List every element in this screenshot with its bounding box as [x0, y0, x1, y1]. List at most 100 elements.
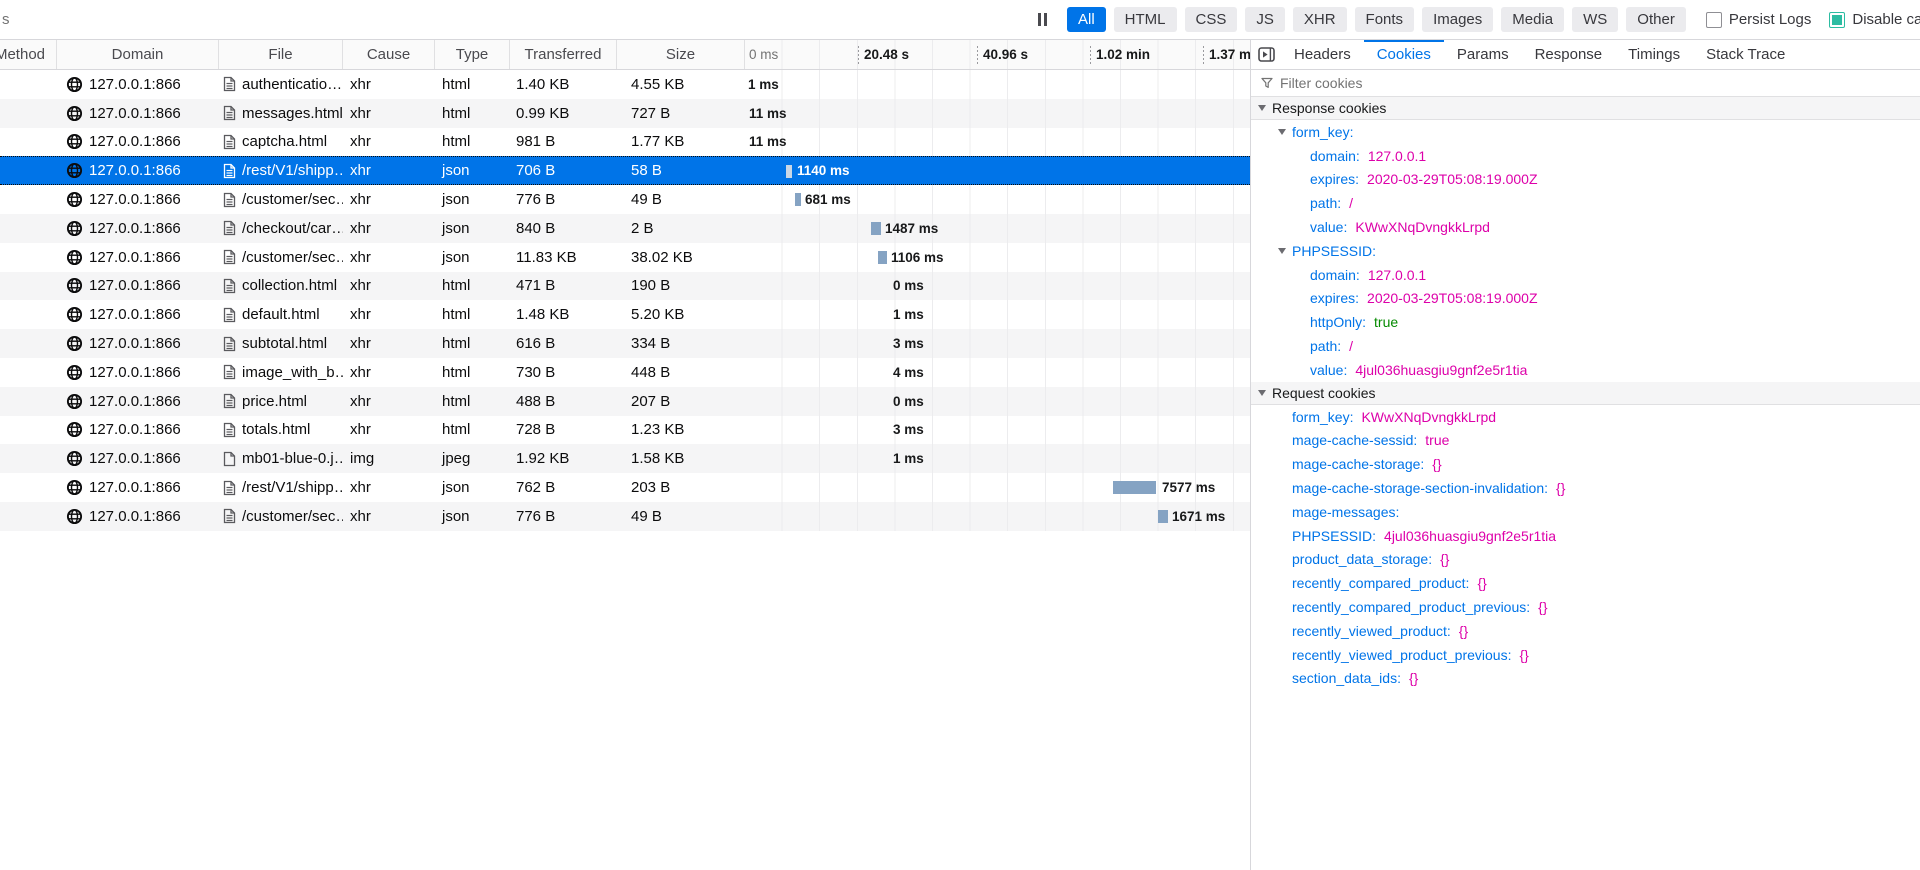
pause-button[interactable]: [1038, 8, 1047, 32]
cell-domain: 127.0.0.1:866: [57, 128, 219, 157]
cookie-value: 4jul036huasgiu9gnf2e5r1tia: [1355, 361, 1528, 378]
cell-transferred: 471 B: [516, 277, 556, 295]
cell-transferred: 840 B: [516, 219, 556, 237]
request-cookie[interactable]: recently_viewed_product_previous: {}: [1251, 643, 1920, 667]
request-cookie[interactable]: mage-messages:: [1251, 500, 1920, 524]
request-cookie[interactable]: form_key: KWwXNqDvngkkLrpd: [1251, 405, 1920, 429]
tab-headers[interactable]: Headers: [1281, 40, 1364, 69]
tab-cookies[interactable]: Cookies: [1363, 40, 1445, 69]
cell-waterfall: 1 ms: [745, 300, 1250, 330]
document-icon: [223, 76, 236, 92]
column-header-file[interactable]: File: [219, 40, 343, 69]
cell-type: html: [442, 133, 471, 151]
table-row[interactable]: 127.0.0.1:866 default.html xhr html 1.48…: [0, 300, 1250, 330]
table-row[interactable]: 127.0.0.1:866 collection.html xhr html 4…: [0, 271, 1250, 301]
cookie-property[interactable]: value: KWwXNqDvngkkLrpd: [1251, 215, 1920, 239]
tab-stack-trace[interactable]: Stack Trace: [1693, 40, 1798, 69]
cookie-key: section_data_ids:: [1292, 670, 1401, 687]
cell-size: 1.58 KB: [631, 450, 685, 468]
tab-timings[interactable]: Timings: [1615, 40, 1693, 69]
table-row[interactable]: 127.0.0.1:866 mb01-blue-0.j… img jpeg 1.…: [0, 444, 1250, 474]
filter-pill-images[interactable]: Images: [1422, 7, 1494, 32]
request-cookie[interactable]: recently_viewed_product: {}: [1251, 619, 1920, 643]
filter-pill-all[interactable]: All: [1067, 7, 1106, 32]
table-row-selected[interactable]: 127.0.0.1:866 /rest/V1/shipp… xhr json 7…: [0, 156, 1250, 186]
request-cookie[interactable]: mage-cache-storage: {}: [1251, 452, 1920, 476]
waterfall-time-label: 1487 ms: [885, 220, 939, 236]
table-row[interactable]: 127.0.0.1:866 /checkout/car… xhr json 84…: [0, 213, 1250, 243]
collapse-arrow-icon[interactable]: [1258, 105, 1266, 111]
table-row[interactable]: 127.0.0.1:866 authenticatio… xhr html 1.…: [0, 70, 1250, 99]
table-row[interactable]: 127.0.0.1:866 /customer/sec… xhr json 77…: [0, 501, 1250, 531]
cookie-property[interactable]: value: 4jul036huasgiu9gnf2e5r1tia: [1251, 358, 1920, 382]
table-row[interactable]: 127.0.0.1:866 /customer/sec… xhr json 77…: [0, 185, 1250, 214]
cookie-filter-input[interactable]: [1280, 75, 1920, 91]
column-header-method[interactable]: Method: [0, 40, 57, 69]
disable-cache-toggle[interactable]: Disable cache: [1829, 11, 1920, 28]
request-cookie[interactable]: mage-cache-storage-section-invalidation:…: [1251, 476, 1920, 500]
table-row[interactable]: 127.0.0.1:866 image_with_b… xhr html 730…: [0, 357, 1250, 387]
filter-pill-html[interactable]: HTML: [1113, 7, 1177, 32]
globe-icon: [66, 508, 83, 524]
request-cookie[interactable]: product_data_storage: {}: [1251, 548, 1920, 572]
column-header-domain[interactable]: Domain: [57, 40, 219, 69]
response-cookie-name[interactable]: PHPSESSID:: [1251, 239, 1920, 263]
response-cookie-name[interactable]: form_key:: [1251, 120, 1920, 144]
document-icon: [223, 220, 236, 236]
request-cookie[interactable]: PHPSESSID: 4jul036huasgiu9gnf2e5r1tia: [1251, 524, 1920, 548]
cell-type: json: [442, 248, 470, 266]
document-icon: [223, 422, 236, 438]
filter-pill-xhr[interactable]: XHR: [1292, 7, 1347, 32]
filter-pill-ws[interactable]: WS: [1572, 7, 1619, 32]
cookie-property[interactable]: expires: 2020-03-29T05:08:19.000Z: [1251, 287, 1920, 311]
cell-size: 2 B: [631, 219, 654, 237]
disable-cache-checkbox[interactable]: [1829, 11, 1846, 28]
cell-domain: 127.0.0.1:866: [57, 272, 219, 301]
request-cookie[interactable]: section_data_ids: {}: [1251, 667, 1920, 691]
globe-icon: [66, 192, 83, 208]
persist-logs-toggle[interactable]: Persist Logs: [1705, 11, 1811, 28]
request-cookies-header[interactable]: Request cookies: [1251, 381, 1920, 405]
cell-cause: img: [350, 450, 375, 468]
column-header-type[interactable]: Type: [435, 40, 510, 69]
cell-waterfall: 1671 ms: [745, 501, 1250, 531]
cookie-key: PHPSESSID:: [1292, 527, 1377, 544]
tab-response[interactable]: Response: [1522, 40, 1616, 69]
table-row[interactable]: 127.0.0.1:866 /rest/V1/shipp… xhr json 7…: [0, 473, 1250, 502]
collapse-arrow-icon[interactable]: [1278, 129, 1286, 135]
column-header-size[interactable]: Size: [617, 40, 745, 69]
globe-icon: [66, 220, 83, 236]
filter-pill-media[interactable]: Media: [1501, 7, 1565, 32]
tab-params[interactable]: Params: [1444, 40, 1522, 69]
cookie-property[interactable]: domain: 127.0.0.1: [1251, 144, 1920, 168]
cookie-property[interactable]: domain: 127.0.0.1: [1251, 263, 1920, 287]
cookie-property[interactable]: path: /: [1251, 191, 1920, 215]
collapse-arrow-icon[interactable]: [1258, 389, 1266, 396]
split-panel-toggle-button[interactable]: [1251, 40, 1281, 69]
request-cookie[interactable]: recently_compared_product: {}: [1251, 571, 1920, 595]
filter-pill-fonts[interactable]: Fonts: [1354, 7, 1415, 32]
column-header-waterfall[interactable]: 0 ms 20.48 s 40.96 s 1.02 min 1.37 m: [745, 40, 1250, 69]
request-cookie[interactable]: recently_compared_product_previous: {}: [1251, 595, 1920, 619]
table-row[interactable]: 127.0.0.1:866 subtotal.html xhr html 616…: [0, 329, 1250, 358]
response-cookies-header[interactable]: Response cookies: [1251, 97, 1920, 120]
table-row[interactable]: 127.0.0.1:866 price.html xhr html 488 B …: [0, 386, 1250, 416]
table-row[interactable]: 127.0.0.1:866 messages.html xhr html 0.9…: [0, 98, 1250, 128]
cookie-property[interactable]: expires: 2020-03-29T05:08:19.000Z: [1251, 168, 1920, 192]
collapse-arrow-icon[interactable]: [1278, 247, 1286, 254]
table-row[interactable]: 127.0.0.1:866 captcha.html xhr html 981 …: [0, 127, 1250, 157]
request-cookie[interactable]: mage-cache-sessid: true: [1251, 429, 1920, 453]
table-row[interactable]: 127.0.0.1:866 /customer/sec… xhr json 11…: [0, 242, 1250, 272]
cell-domain: 127.0.0.1:866: [57, 387, 219, 416]
cell-size: 190 B: [631, 277, 671, 295]
persist-logs-checkbox[interactable]: [1705, 11, 1722, 28]
column-header-transferred[interactable]: Transferred: [510, 40, 617, 69]
filter-pill-css[interactable]: CSS: [1184, 7, 1238, 32]
filter-pill-other[interactable]: Other: [1626, 7, 1686, 32]
cookie-property[interactable]: path: /: [1251, 334, 1920, 358]
cookie-property[interactable]: httpOnly: true: [1251, 310, 1920, 334]
table-row[interactable]: 127.0.0.1:866 totals.html xhr html 728 B…: [0, 415, 1250, 445]
cell-cause: xhr: [350, 104, 371, 122]
filter-pill-js[interactable]: JS: [1245, 7, 1285, 32]
column-header-cause[interactable]: Cause: [343, 40, 435, 69]
